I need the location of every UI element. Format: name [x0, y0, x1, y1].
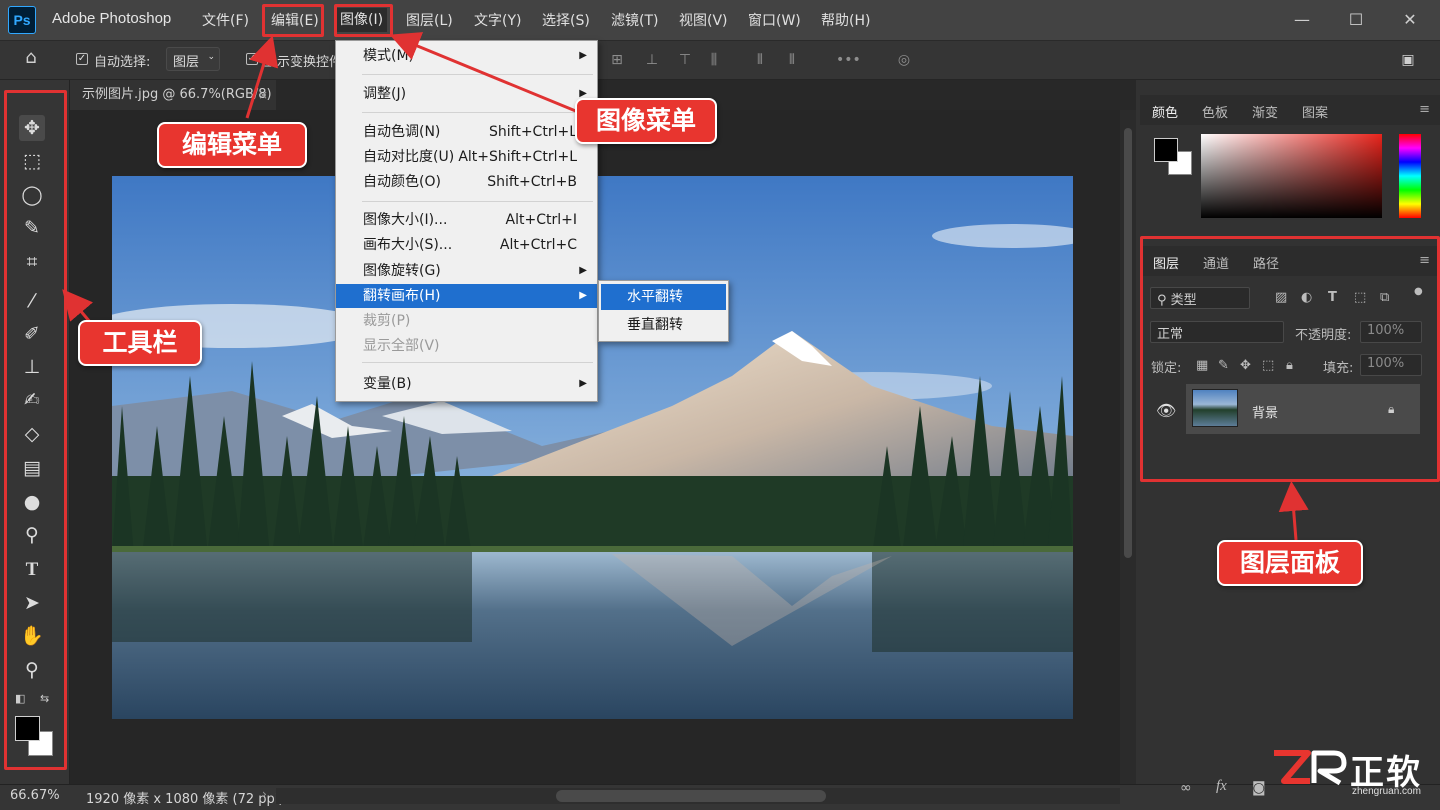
- workspace-icon[interactable]: ▣: [1399, 51, 1417, 69]
- auto-select-checkbox[interactable]: ✓: [76, 53, 88, 65]
- menu-item-flip-vertical[interactable]: 垂直翻转: [601, 312, 726, 338]
- hue-slider[interactable]: [1399, 134, 1421, 218]
- maximize-icon[interactable]: ☐: [1344, 8, 1368, 32]
- layer-style-icon[interactable]: fx: [1216, 778, 1227, 795]
- menu-item-auto-color[interactable]: 自动颜色(O) Shift+Ctrl+B: [336, 170, 597, 194]
- panel-menu-icon[interactable]: ≡: [1419, 102, 1430, 117]
- menu-item-reveal-all: 显示全部(V): [363, 338, 440, 354]
- home-icon[interactable]: ⌂: [22, 49, 40, 67]
- show-transform-label: 显示变换控件: [264, 55, 336, 70]
- menu-item-canvas-size[interactable]: 画布大小(S)... Alt+Ctrl+C: [336, 233, 597, 257]
- document-tab-title: 示例图片.jpg @ 66.7%(RGB/8): [82, 87, 272, 102]
- menu-item-mode[interactable]: 模式(M) ▶: [336, 44, 597, 68]
- menu-filter[interactable]: 滤镜(T): [611, 10, 658, 30]
- align-icon[interactable]: ⊞: [608, 51, 626, 69]
- submenu-arrow-icon: ▶: [579, 265, 587, 276]
- align-icon[interactable]: ⊥: [643, 51, 661, 69]
- menu-item-crop: 裁剪(P): [363, 313, 411, 329]
- photoshop-logo: Ps: [8, 6, 36, 34]
- edit-menu-callout: 编辑菜单: [157, 122, 307, 168]
- chevron-right-icon[interactable]: ›: [262, 787, 267, 801]
- menu-window[interactable]: 窗口(W): [748, 10, 801, 30]
- menu-item-flip-canvas[interactable]: 翻转画布(H) ▶: [336, 284, 597, 308]
- image-menu-callout: 图像菜单: [575, 98, 717, 144]
- menu-item-auto-contrast[interactable]: 自动对比度(U) Alt+Shift+Ctrl+L: [336, 145, 597, 169]
- submenu-arrow-icon: ▶: [579, 378, 587, 389]
- color-panel-tabs: [1140, 95, 1440, 125]
- add-mask-icon[interactable]: ◙: [1252, 780, 1266, 796]
- tab-swatches[interactable]: 色板: [1202, 102, 1228, 121]
- 3d-mode-icon[interactable]: ◎: [895, 51, 913, 69]
- menu-item-image-rotation[interactable]: 图像旋转(G) ▶: [336, 259, 597, 283]
- auto-select-dropdown[interactable]: 图层 ⌄: [166, 47, 220, 71]
- menu-layer[interactable]: 图层(L): [406, 10, 453, 30]
- menu-item-auto-tone[interactable]: 自动色调(N) Shift+Ctrl+L: [336, 120, 597, 144]
- menu-item-image-size[interactable]: 图像大小(I)... Alt+Ctrl+I: [336, 208, 597, 232]
- distribute-icon[interactable]: ⫼: [705, 51, 723, 69]
- edit-menu-highlight-box: [262, 4, 324, 37]
- horizontal-scrollbar-thumb[interactable]: [556, 790, 826, 802]
- menu-select[interactable]: 选择(S): [542, 10, 590, 30]
- menu-separator: [362, 74, 593, 75]
- image-menu-dropdown: 模式(M) ▶ 调整(J) ▶ 自动色调(N) Shift+Ctrl+L 自动对比度(…: [335, 40, 598, 402]
- document-tab[interactable]: 示例图片.jpg @ 66.7%(RGB/8) ×: [70, 80, 276, 110]
- close-icon[interactable]: ×: [258, 80, 268, 110]
- auto-select-value: 图层: [173, 55, 200, 70]
- menu-item-flip-horizontal[interactable]: 水平翻转: [601, 284, 726, 310]
- document-info: 1920 像素 x 1080 像素 (72 ppi): [86, 792, 284, 807]
- minimize-icon[interactable]: —: [1290, 8, 1314, 32]
- distribute-icon[interactable]: ⫴: [783, 51, 801, 69]
- link-layers-icon[interactable]: ∞: [1180, 780, 1192, 796]
- foreground-color-swatch[interactable]: [1154, 138, 1178, 162]
- toolbar-callout: 工具栏: [78, 320, 202, 366]
- menu-item-adjustments[interactable]: 调整(J) ▶: [336, 82, 597, 106]
- flip-canvas-submenu: 水平翻转 垂直翻转: [598, 280, 729, 342]
- distribute-icon[interactable]: ⫴: [751, 51, 769, 69]
- layers-panel-callout: 图层面板: [1217, 540, 1363, 586]
- menu-type[interactable]: 文字(Y): [474, 10, 521, 30]
- zoom-level[interactable]: 66.67%: [10, 788, 60, 803]
- menu-separator: [362, 362, 593, 363]
- more-icon[interactable]: •••: [836, 51, 861, 69]
- tab-patterns[interactable]: 图案: [1302, 102, 1328, 121]
- show-transform-checkbox[interactable]: ✓: [246, 53, 258, 65]
- tab-gradients[interactable]: 渐变: [1252, 102, 1278, 121]
- color-field[interactable]: [1201, 134, 1382, 218]
- layers-panel-highlight-box: [1140, 236, 1440, 482]
- menu-help[interactable]: 帮助(H): [821, 10, 870, 30]
- image-menu-highlight-box: [334, 4, 393, 37]
- chevron-down-icon: ⌄: [207, 52, 215, 62]
- close-icon[interactable]: ✕: [1398, 8, 1422, 32]
- auto-select-label: 自动选择:: [94, 55, 151, 70]
- watermark-subtext: zhengruan.com: [1352, 786, 1421, 797]
- menu-view[interactable]: 视图(V): [679, 10, 728, 30]
- menu-separator: [362, 112, 593, 113]
- menu-separator: [362, 201, 593, 202]
- toolbar-highlight-box: [4, 90, 67, 770]
- tab-color[interactable]: 颜色: [1152, 102, 1178, 121]
- align-icon[interactable]: ⊤: [676, 51, 694, 69]
- vertical-scrollbar-thumb[interactable]: [1124, 128, 1132, 558]
- menu-item-variables[interactable]: 变量(B) ▶: [336, 372, 597, 396]
- menu-file[interactable]: 文件(F): [202, 10, 249, 30]
- submenu-arrow-icon: ▶: [579, 290, 587, 301]
- app-name: Adobe Photoshop: [52, 10, 172, 27]
- submenu-arrow-icon: ▶: [579, 50, 587, 61]
